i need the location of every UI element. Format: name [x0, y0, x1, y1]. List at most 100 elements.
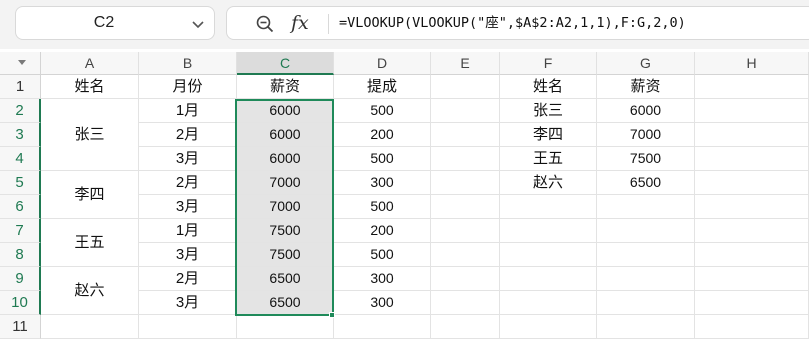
cell-e7[interactable]	[431, 219, 500, 243]
lookup-name-cell[interactable]: 王五	[500, 147, 597, 171]
commission-cell[interactable]: 500	[334, 195, 431, 219]
cell-h9[interactable]	[695, 267, 809, 291]
month-cell[interactable]: 3月	[139, 291, 237, 315]
commission-cell[interactable]: 300	[334, 171, 431, 195]
header-cell-f[interactable]: 姓名	[500, 75, 597, 99]
cell-e3[interactable]	[431, 123, 500, 147]
cell-g6[interactable]	[597, 195, 695, 219]
salary-cell[interactable]: 7000	[237, 171, 334, 195]
month-cell[interactable]: 2月	[139, 267, 237, 291]
column-header-g[interactable]: G	[597, 52, 695, 75]
row-header-9[interactable]: 9	[0, 267, 41, 291]
cell-h2[interactable]	[695, 99, 809, 123]
row-header-8[interactable]: 8	[0, 243, 41, 267]
chevron-down-icon[interactable]	[190, 16, 206, 32]
header-cell-g[interactable]: 薪资	[597, 75, 695, 99]
month-cell[interactable]: 2月	[139, 123, 237, 147]
cell-e2[interactable]	[431, 99, 500, 123]
lookup-salary-cell[interactable]: 6000	[597, 99, 695, 123]
commission-cell[interactable]: 500	[334, 147, 431, 171]
lookup-name-cell[interactable]: 赵六	[500, 171, 597, 195]
commission-cell[interactable]: 500	[334, 99, 431, 123]
header-cell-c[interactable]: 薪资	[237, 75, 334, 99]
cell-h4[interactable]	[695, 147, 809, 171]
month-cell[interactable]: 3月	[139, 147, 237, 171]
salary-cell[interactable]: 6500	[237, 291, 334, 315]
merged-name-cell[interactable]: 李四	[41, 171, 139, 219]
salary-cell[interactable]: 7500	[237, 243, 334, 267]
cell-e9[interactable]	[431, 267, 500, 291]
cell-h11[interactable]	[695, 315, 809, 339]
row-header-2[interactable]: 2	[0, 99, 41, 123]
cell-d11[interactable]	[334, 315, 431, 339]
cell-a11[interactable]	[41, 315, 139, 339]
cell-c11[interactable]	[237, 315, 334, 339]
lookup-salary-cell[interactable]: 7500	[597, 147, 695, 171]
cell-h5[interactable]	[695, 171, 809, 195]
column-header-f[interactable]: F	[500, 52, 597, 75]
cell-g8[interactable]	[597, 243, 695, 267]
row-header-7[interactable]: 7	[0, 219, 41, 243]
row-header-3[interactable]: 3	[0, 123, 41, 147]
salary-cell[interactable]: 6000	[237, 147, 334, 171]
lookup-salary-cell[interactable]: 7000	[597, 123, 695, 147]
cell-e5[interactable]	[431, 171, 500, 195]
cell-h10[interactable]	[695, 291, 809, 315]
cell-f10[interactable]	[500, 291, 597, 315]
header-cell-a[interactable]: 姓名	[41, 75, 139, 99]
column-header-b[interactable]: B	[139, 52, 237, 75]
commission-cell[interactable]: 300	[334, 267, 431, 291]
column-header-d[interactable]: D	[334, 52, 431, 75]
salary-cell[interactable]: 7500	[237, 219, 334, 243]
month-cell[interactable]: 1月	[139, 99, 237, 123]
merged-name-cell[interactable]: 赵六	[41, 267, 139, 315]
formula-box[interactable]: fx =VLOOKUP(VLOOKUP("座",$A$2:A2,1,1),F:G…	[226, 6, 809, 40]
lookup-name-cell[interactable]: 张三	[500, 99, 597, 123]
cell-f7[interactable]	[500, 219, 597, 243]
cell-g7[interactable]	[597, 219, 695, 243]
cell-e6[interactable]	[431, 195, 500, 219]
commission-cell[interactable]: 500	[334, 243, 431, 267]
merged-name-cell[interactable]: 张三	[41, 99, 139, 171]
cell-f11[interactable]	[500, 315, 597, 339]
header-cell-b[interactable]: 月份	[139, 75, 237, 99]
salary-cell[interactable]: 6000	[237, 99, 334, 123]
cell-f9[interactable]	[500, 267, 597, 291]
zoom-out-icon[interactable]	[255, 14, 275, 34]
cell-e10[interactable]	[431, 291, 500, 315]
column-header-c[interactable]: C	[237, 52, 334, 75]
row-header-10[interactable]: 10	[0, 291, 41, 315]
cell-b11[interactable]	[139, 315, 237, 339]
lookup-salary-cell[interactable]: 6500	[597, 171, 695, 195]
cell-e4[interactable]	[431, 147, 500, 171]
lookup-name-cell[interactable]: 李四	[500, 123, 597, 147]
column-header-h[interactable]: H	[695, 52, 809, 75]
merged-name-cell[interactable]: 王五	[41, 219, 139, 267]
month-cell[interactable]: 3月	[139, 243, 237, 267]
cell-e1[interactable]	[431, 75, 500, 99]
formula-text[interactable]: =VLOOKUP(VLOOKUP("座",$A$2:A2,1,1),F:G,2,…	[339, 7, 686, 39]
salary-cell[interactable]: 6000	[237, 123, 334, 147]
row-header-11[interactable]: 11	[0, 315, 41, 339]
column-header-e[interactable]: E	[431, 52, 500, 75]
function-fx-icon[interactable]: fx	[291, 10, 309, 36]
cell-e11[interactable]	[431, 315, 500, 339]
cell-g11[interactable]	[597, 315, 695, 339]
salary-cell[interactable]: 6500	[237, 267, 334, 291]
column-header-a[interactable]: A	[41, 52, 139, 75]
row-header-4[interactable]: 4	[0, 147, 41, 171]
salary-cell[interactable]: 7000	[237, 195, 334, 219]
cell-h8[interactable]	[695, 243, 809, 267]
row-header-5[interactable]: 5	[0, 171, 41, 195]
month-cell[interactable]: 1月	[139, 219, 237, 243]
cell-h1[interactable]	[695, 75, 809, 99]
row-header-1[interactable]: 1	[0, 75, 41, 99]
month-cell[interactable]: 2月	[139, 171, 237, 195]
fill-handle[interactable]	[329, 312, 335, 318]
cell-h7[interactable]	[695, 219, 809, 243]
commission-cell[interactable]: 200	[334, 123, 431, 147]
cell-f8[interactable]	[500, 243, 597, 267]
cell-e8[interactable]	[431, 243, 500, 267]
cell-h3[interactable]	[695, 123, 809, 147]
header-cell-d[interactable]: 提成	[334, 75, 431, 99]
